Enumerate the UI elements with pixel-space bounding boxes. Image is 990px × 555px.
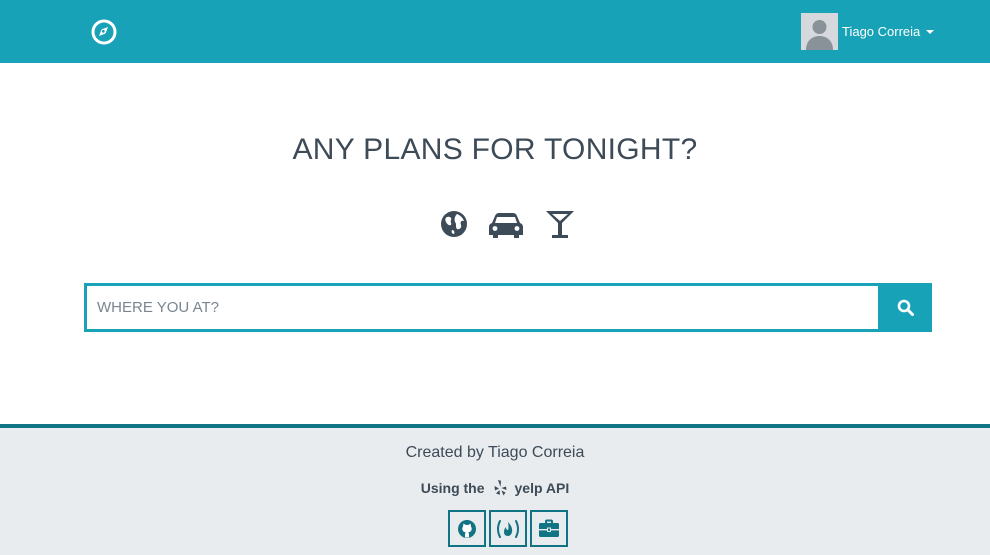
yelp-icon	[494, 480, 507, 496]
freecodecamp-link[interactable]	[489, 510, 527, 547]
cocktail-icon	[546, 211, 574, 238]
api-prefix: Using the	[420, 480, 485, 496]
footer-credit: Created by Tiago Correia	[405, 444, 585, 461]
user-name: Tiago Correia	[842, 24, 921, 39]
location-search-input[interactable]	[84, 283, 878, 332]
search-bar	[84, 283, 932, 332]
car-icon	[489, 213, 523, 238]
api-name: yelp API	[514, 480, 570, 496]
freecodecamp-icon	[497, 519, 519, 538]
hero-icons	[439, 208, 579, 240]
top-navbar: Tiago Correia	[0, 0, 990, 63]
search-icon	[897, 299, 914, 316]
search-button[interactable]	[878, 283, 932, 332]
footer-links	[448, 510, 568, 547]
caret-down-icon	[926, 29, 935, 34]
briefcase-icon	[539, 519, 559, 537]
api-attribution: Using the yelp API	[0, 480, 990, 496]
avatar-placeholder-icon	[801, 13, 838, 50]
page-title: ANY PLANS FOR TONIGHT?	[292, 133, 698, 166]
github-icon	[458, 519, 476, 538]
user-menu-toggle[interactable]: Tiago Correia	[801, 13, 935, 50]
github-link[interactable]	[448, 510, 486, 547]
portfolio-link[interactable]	[530, 510, 568, 547]
globe-icon	[441, 211, 467, 237]
footer: Created by Tiago Correia Using the yelp …	[0, 424, 990, 555]
compass-icon[interactable]	[91, 19, 117, 45]
